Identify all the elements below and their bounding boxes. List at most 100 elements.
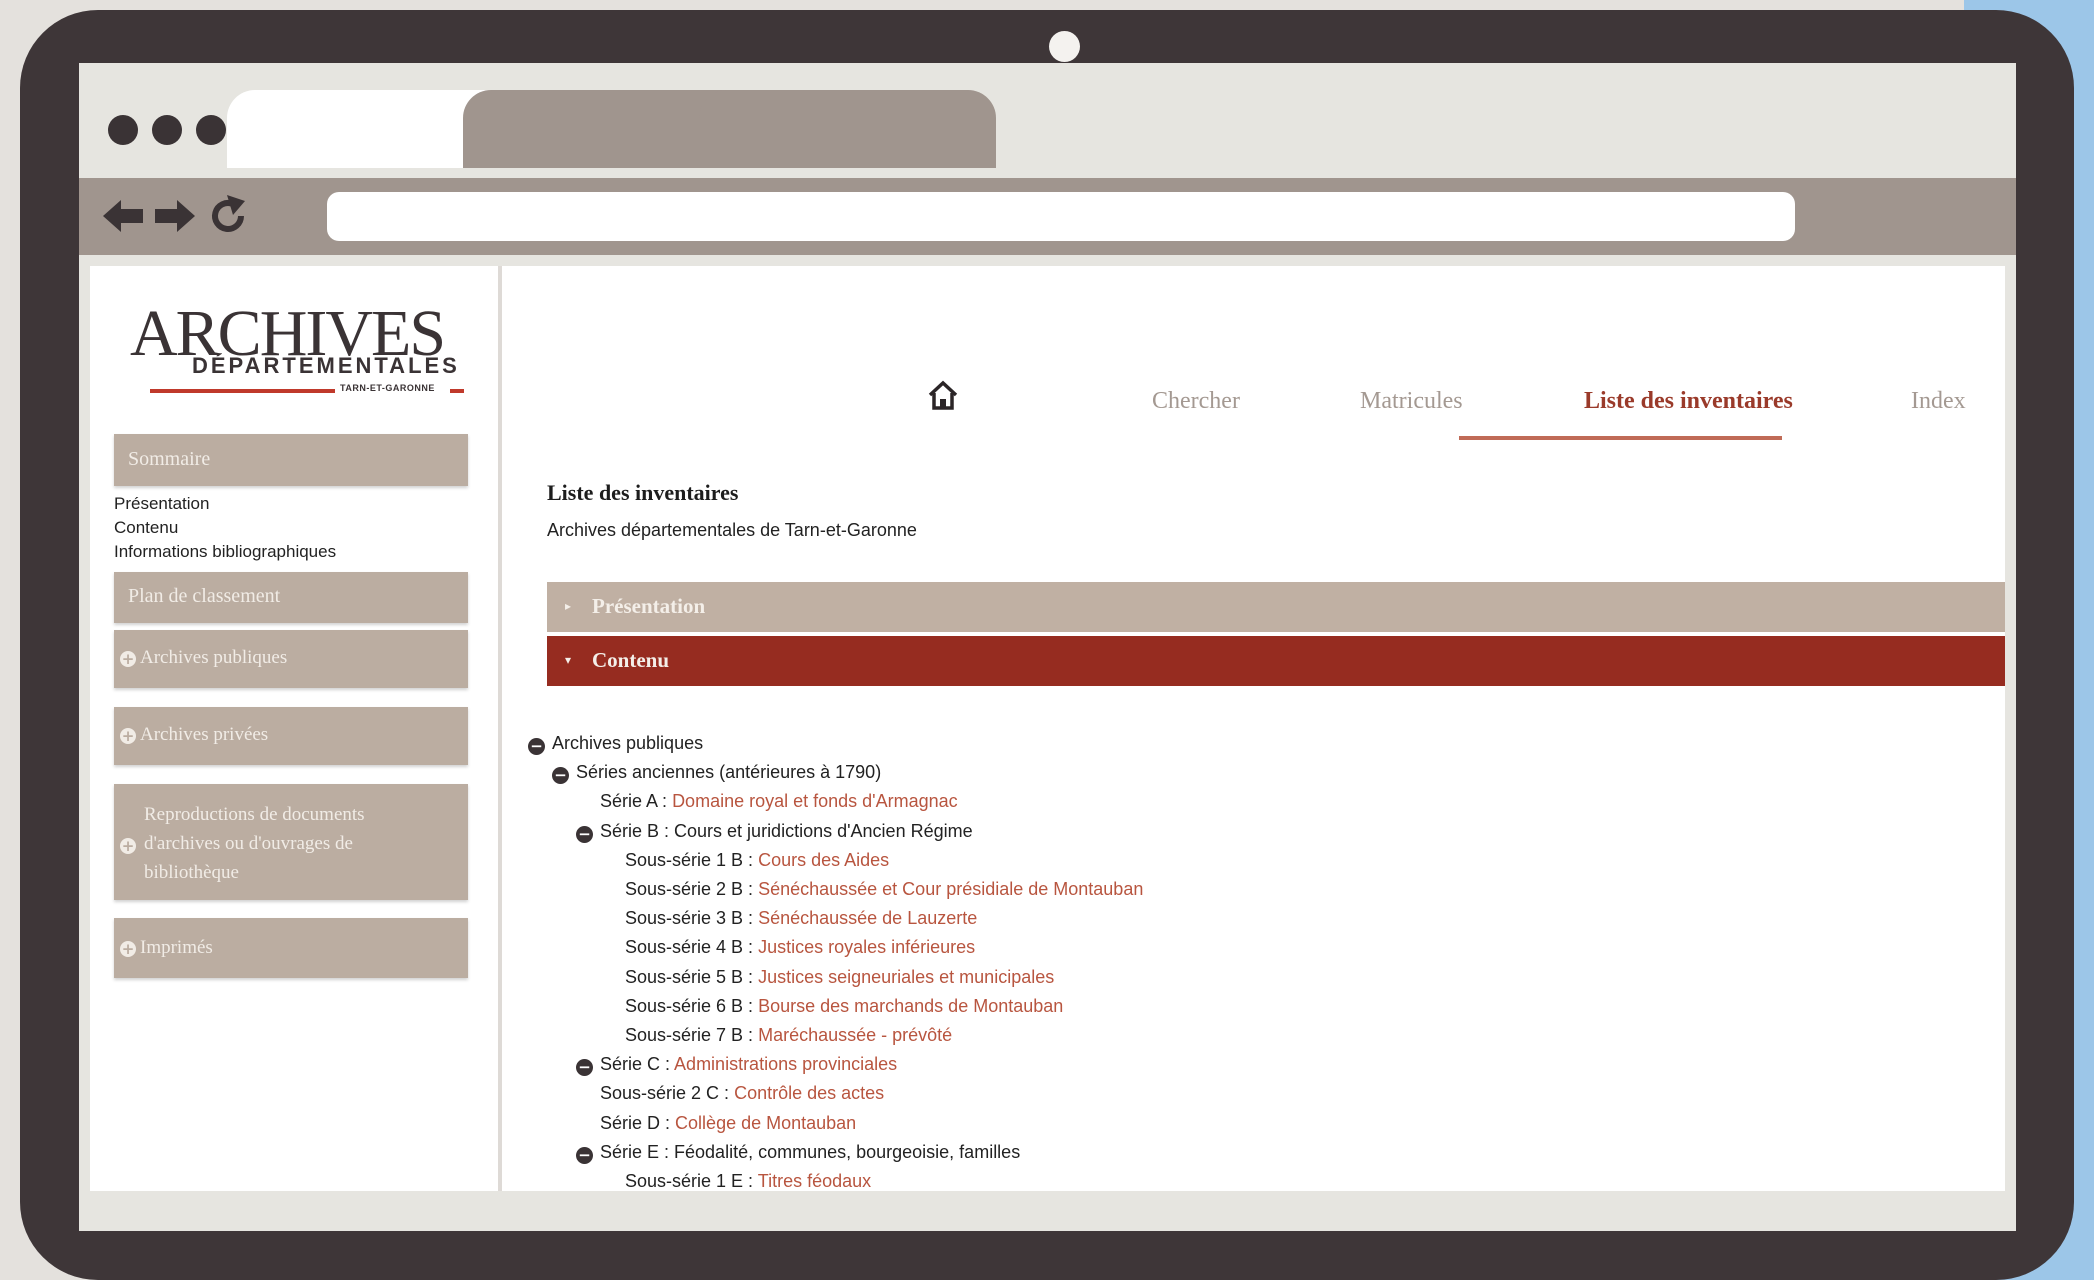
tree-row-label: Sous-série 5 B : (625, 967, 754, 987)
browser-window: ARCHIVES DÉPARTEMENTALES TARN-ET-GARONNE… (79, 63, 2016, 1231)
collapse-icon[interactable]: − (528, 738, 545, 755)
tree-row-link[interactable]: Domaine royal et fonds d'Armagnac (672, 791, 958, 811)
reproductions-line: bibliothèque (144, 862, 239, 883)
presentation-label: Présentation (592, 594, 706, 618)
presentation-accordion[interactable]: ▸ Présentation (547, 582, 2005, 632)
archives-logo: ARCHIVES DÉPARTEMENTALES TARN-ET-GARONNE (120, 301, 470, 401)
logo-line-right (450, 389, 464, 393)
sidebar: ARCHIVES DÉPARTEMENTALES TARN-ET-GARONNE… (90, 266, 502, 1191)
link-contenu[interactable]: Contenu (114, 516, 336, 540)
tree-row-link[interactable]: Bourse des marchands de Montauban (758, 996, 1063, 1016)
sommaire-links: Présentation Contenu Informations biblio… (114, 492, 336, 564)
expand-icon: + (120, 837, 136, 856)
link-informations-bibliographiques[interactable]: Informations bibliographiques (114, 540, 336, 564)
caret-right-icon: ▸ (565, 599, 572, 613)
page-title: Liste des inventaires (547, 480, 739, 505)
page-subtitle: Archives départementales de Tarn-et-Garo… (547, 520, 917, 540)
tree-row: Série A : Domaine royal et fonds d'Armag… (600, 791, 958, 812)
archives-publiques-item[interactable]: + Archives publiques (114, 630, 468, 688)
window-dot[interactable] (152, 115, 182, 145)
tree-row: − Archives publiques (528, 733, 703, 755)
menu-chercher[interactable]: Chercher (1152, 388, 1240, 415)
tree-row: Sous-série 1 E : Titres féodaux (625, 1171, 871, 1191)
window-dot[interactable] (108, 115, 138, 145)
tree-row: − Série C : Administrations provinciales (576, 1054, 897, 1076)
tree-row-label: Sous-série 3 B : (625, 908, 754, 928)
browser-toolbar (79, 178, 2016, 255)
reproductions-line: Reproductions de documents (144, 804, 365, 825)
tree-row-link[interactable]: Justices seigneuriales et municipales (758, 967, 1054, 987)
tree-row-label: Sous-série 2 B : (625, 879, 754, 899)
tree-row-label: Série D : (600, 1113, 671, 1133)
expand-icon: + (120, 726, 136, 745)
tree-row-link[interactable]: Maréchaussée - prévôté (758, 1025, 952, 1045)
tree-row-label: Sous-série 6 B : (625, 996, 754, 1016)
reproductions-line: d'archives ou d'ouvrages de (144, 833, 353, 854)
tree-row-label: Sous-série 1 B : (625, 850, 754, 870)
collapse-icon[interactable]: − (552, 767, 569, 784)
sommaire-header[interactable]: Sommaire (114, 434, 468, 486)
tree-row-label: Série E : Féodalité, communes, bourgeois… (600, 1142, 1021, 1162)
reload-icon[interactable] (205, 194, 251, 238)
tree-row-link[interactable]: Administrations provinciales (674, 1054, 897, 1074)
active-menu-underline (1459, 436, 1782, 440)
logo-subtitle: DÉPARTEMENTALES (192, 353, 460, 378)
menu-liste-des-inventaires[interactable]: Liste des inventaires (1584, 388, 1793, 415)
reproductions-item[interactable]: + Reproductions de documents d'archives … (114, 784, 468, 900)
contenu-accordion[interactable]: ▾ Contenu (547, 636, 2005, 686)
tree-row-link[interactable]: Contrôle des actes (734, 1083, 884, 1103)
tree-row: Sous-série 3 B : Sénéchaussée de Lauzert… (625, 908, 977, 929)
link-presentation[interactable]: Présentation (114, 492, 336, 516)
contenu-label: Contenu (592, 648, 670, 672)
browser-tab[interactable] (699, 90, 996, 168)
collapse-icon[interactable]: − (576, 1147, 593, 1164)
tree-row: Sous-série 4 B : Justices royales inféri… (625, 937, 975, 958)
tree-row-link[interactable]: Sénéchaussée de Lauzerte (758, 908, 977, 928)
tree-row: Sous-série 1 B : Cours des Aides (625, 850, 889, 871)
caret-down-icon: ▾ (565, 653, 572, 667)
tree-row: Sous-série 2 C : Contrôle des actes (600, 1083, 884, 1104)
expand-icon: + (120, 649, 136, 668)
plan-de-classement-header[interactable]: Plan de classement (114, 572, 468, 623)
tree-row-link[interactable]: Sénéchaussée et Cour présidiale de Monta… (758, 879, 1143, 899)
main-content: Chercher Matricules Liste des inventaire… (502, 266, 2005, 1191)
tree-row-link[interactable]: Titres féodaux (758, 1171, 871, 1191)
logo-small-text: TARN-ET-GARONNE (340, 383, 435, 393)
tree-row: − Série B : Cours et juridictions d'Ancie… (576, 821, 973, 843)
web-page: ARCHIVES DÉPARTEMENTALES TARN-ET-GARONNE… (90, 266, 2005, 1191)
archives-privees-item[interactable]: + Archives privées (114, 707, 468, 765)
home-icon[interactable] (926, 378, 960, 412)
laptop-frame: ARCHIVES DÉPARTEMENTALES TARN-ET-GARONNE… (20, 10, 2074, 1280)
expand-icon: + (120, 939, 136, 958)
tree-row: Sous-série 6 B : Bourse des marchands de… (625, 996, 1063, 1017)
tree-row: Sous-série 2 B : Sénéchaussée et Cour pr… (625, 879, 1143, 900)
tree-row: Série D : Collège de Montauban (600, 1113, 856, 1134)
tree-row-label: Série A : (600, 791, 668, 811)
menu-matricules[interactable]: Matricules (1360, 388, 1463, 415)
logo-line-left (150, 389, 335, 393)
imprimes-item[interactable]: + Imprimés (114, 918, 468, 978)
tree-row: − Série E : Féodalité, communes, bourgeoi… (576, 1142, 1020, 1164)
back-arrow-icon[interactable] (101, 194, 145, 238)
tree-row-label: Séries anciennes (antérieures à 1790) (576, 762, 882, 782)
window-dot[interactable] (196, 115, 226, 145)
forward-arrow-icon[interactable] (153, 194, 197, 238)
tree-row-label: Série B : Cours et juridictions d'Ancien… (600, 821, 973, 841)
tree-row-label: Sous-série 2 C : (600, 1083, 730, 1103)
tree-row-label: Sous-série 7 B : (625, 1025, 754, 1045)
collapse-icon[interactable]: − (576, 1059, 593, 1076)
tree-row-label: Sous-série 4 B : (625, 937, 754, 957)
collapse-icon[interactable]: − (576, 826, 593, 843)
tree-row-label: Archives publiques (552, 733, 704, 753)
tree-row-link[interactable]: Collège de Montauban (675, 1113, 856, 1133)
menu-index[interactable]: Index (1911, 388, 1966, 415)
tree-row: Sous-série 7 B : Maréchaussée - prévôté (625, 1025, 952, 1046)
tree-row-label: Sous-série 1 E : (625, 1171, 754, 1191)
tree-row-link[interactable]: Justices royales inférieures (758, 937, 975, 957)
tree-row-link[interactable]: Cours des Aides (758, 850, 889, 870)
window-controls (108, 115, 226, 145)
camera-dot (1049, 31, 1080, 62)
address-bar[interactable] (327, 192, 1795, 241)
tree-row: − Séries anciennes (antérieures à 1790) (552, 762, 881, 784)
tree-row: Sous-série 5 B : Justices seigneuriales … (625, 967, 1054, 988)
